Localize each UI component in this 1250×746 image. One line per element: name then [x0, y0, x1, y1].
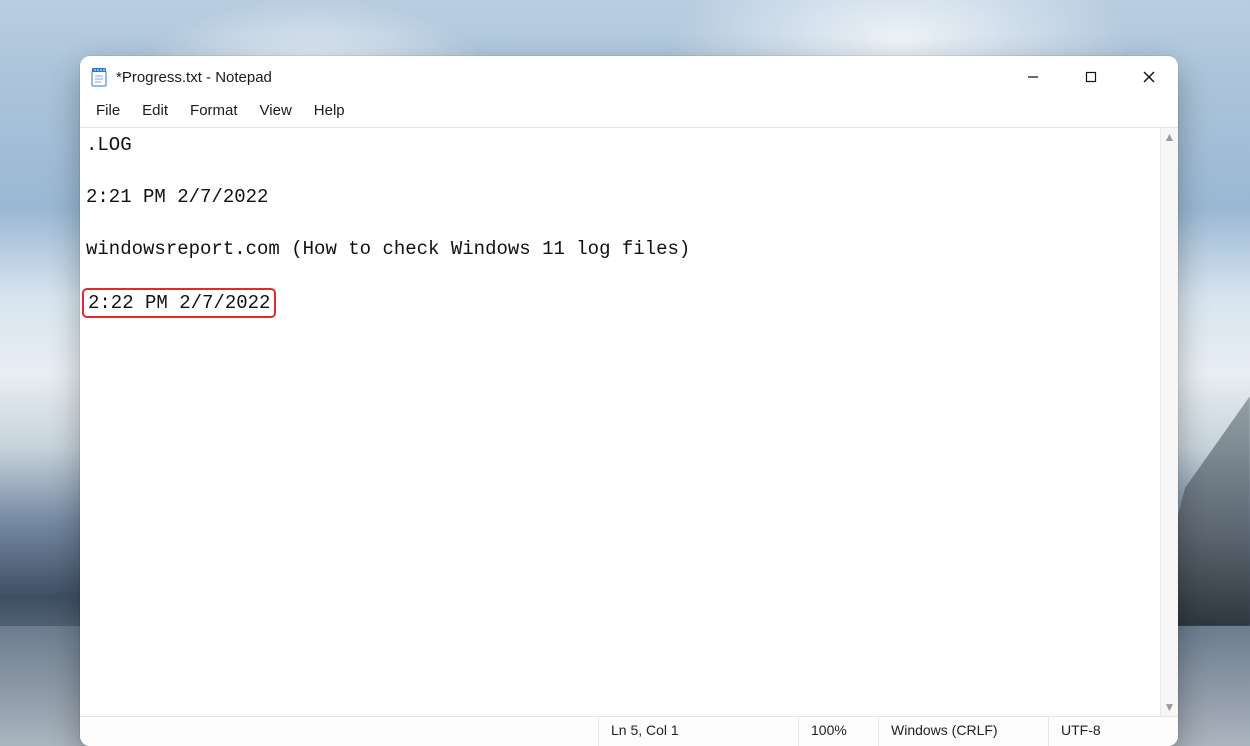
status-zoom: 100%	[798, 717, 878, 746]
statusbar-spacer	[80, 717, 598, 746]
menu-edit[interactable]: Edit	[132, 100, 178, 121]
menu-format[interactable]: Format	[180, 100, 248, 121]
highlighted-line[interactable]: 2:22 PM 2/7/2022	[82, 288, 276, 318]
editor-line[interactable]: 2:21 PM 2/7/2022	[86, 184, 1154, 210]
menu-help[interactable]: Help	[304, 100, 355, 121]
desktop-background: *Progress.txt - Notepad File Edit	[0, 0, 1250, 746]
maximize-button[interactable]	[1062, 56, 1120, 98]
window-title: *Progress.txt - Notepad	[116, 69, 272, 86]
editor-area: .LOG 2:21 PM 2/7/2022 windowsreport.com …	[80, 128, 1178, 716]
status-line-ending: Windows (CRLF)	[878, 717, 1048, 746]
window-controls	[1004, 56, 1178, 98]
menu-view[interactable]: View	[250, 100, 302, 121]
minimize-icon	[1027, 71, 1039, 83]
notepad-window: *Progress.txt - Notepad File Edit	[80, 56, 1178, 746]
text-editor[interactable]: .LOG 2:21 PM 2/7/2022 windowsreport.com …	[80, 128, 1160, 716]
status-position: Ln 5, Col 1	[598, 717, 798, 746]
scroll-up-icon[interactable]: ▲	[1164, 130, 1176, 144]
close-button[interactable]	[1120, 56, 1178, 98]
notepad-icon	[90, 66, 108, 88]
minimize-button[interactable]	[1004, 56, 1062, 98]
maximize-icon	[1085, 71, 1097, 83]
status-encoding: UTF-8	[1048, 717, 1178, 746]
scroll-down-icon[interactable]: ▼	[1164, 700, 1176, 714]
editor-line[interactable]: .LOG	[86, 132, 1154, 158]
menubar: File Edit Format View Help	[80, 98, 1178, 128]
statusbar: Ln 5, Col 1 100% Windows (CRLF) UTF-8	[80, 716, 1178, 746]
menu-file[interactable]: File	[86, 100, 130, 121]
close-icon	[1143, 71, 1155, 83]
vertical-scrollbar[interactable]: ▲ ▼	[1160, 128, 1178, 716]
titlebar[interactable]: *Progress.txt - Notepad	[80, 56, 1178, 98]
editor-line[interactable]: windowsreport.com (How to check Windows …	[86, 236, 1154, 262]
